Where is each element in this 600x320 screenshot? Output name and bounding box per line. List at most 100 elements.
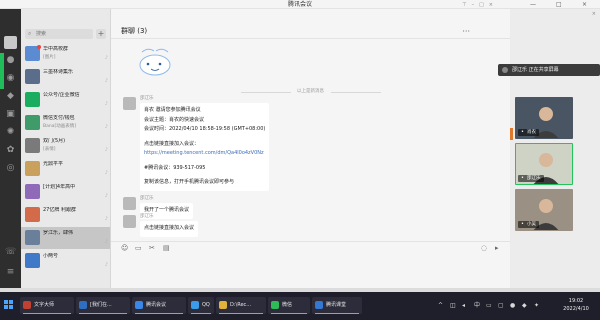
search-input[interactable] xyxy=(36,30,90,38)
wechat-tray-icon[interactable]: ● xyxy=(510,299,515,313)
minimize-chat-icon[interactable]: – xyxy=(472,2,480,8)
qq-tray-icon[interactable]: ◆ xyxy=(522,299,527,313)
chat-list-item[interactable]: 27亿牌 利跟群 ♪ xyxy=(21,204,110,226)
chat-list-item[interactable]: 双门(5月) [表情] ♪ xyxy=(21,135,110,157)
clock[interactable]: 19:02 2022/4/10 xyxy=(556,297,596,313)
taskbar-app-button[interactable]: 文字大师 xyxy=(20,297,74,314)
app-icon xyxy=(315,301,323,309)
chat-list-item[interactable]: 罗江乐，肆伟 ♪ xyxy=(21,227,110,249)
battery-icon[interactable]: ▭ xyxy=(486,299,492,313)
sharing-dot xyxy=(502,67,508,73)
files-icon[interactable]: ▣ xyxy=(5,109,16,120)
chat-list-item[interactable]: 小两号 ♪ xyxy=(21,250,110,272)
chat-list-item[interactable]: 光鼎平平 ♪ xyxy=(21,158,110,180)
sender-avatar[interactable] xyxy=(123,97,136,110)
app-icon xyxy=(79,301,87,309)
chat-icon[interactable]: ● xyxy=(5,55,16,66)
ime-icon[interactable]: 中 xyxy=(474,299,480,313)
taskbar-app-button[interactable]: QQ xyxy=(188,297,214,314)
chat-name: 三墨林诗集乐 xyxy=(43,69,74,75)
chat-preview: [图片] xyxy=(43,55,56,60)
meeting-link[interactable]: https://meeting.tencent.com/dm/Qa4l0o4zV… xyxy=(144,149,265,159)
chat-header: 群聊 (3) ··· xyxy=(111,24,510,39)
taskbar-app-button[interactable]: 腾讯课堂 xyxy=(312,297,362,314)
chat-list-item[interactable]: 华中高校群 [图片] ♪ xyxy=(21,43,110,65)
notification-icon[interactable]: ▢ xyxy=(498,299,504,313)
panel-controls: ⊤–□× xyxy=(462,2,498,8)
participant-video-tile[interactable]: 肖农 xyxy=(515,97,573,139)
participant-video-tile[interactable]: 小吴 xyxy=(515,189,573,231)
contacts-icon[interactable]: ◉ xyxy=(5,73,16,84)
chat-name: 双门(5月) xyxy=(43,138,66,144)
maximize-chat-icon[interactable]: □ xyxy=(479,2,489,8)
taskbar-app-button[interactable]: D:\Rec... xyxy=(216,297,266,314)
taskbar-app-button[interactable]: 微信 xyxy=(268,297,310,314)
message-bubble[interactable]: 点击链接直接加入会议 xyxy=(140,221,199,237)
moments-icon[interactable]: ✺ xyxy=(5,127,16,138)
input-toolbar: ☺ ▭ ✂ ▤ ◌ ▸ xyxy=(111,241,510,253)
folder-icon[interactable]: ▭ xyxy=(135,244,142,252)
app-label: D:\Rec... xyxy=(230,302,252,308)
separator-label: 以上是新消息 xyxy=(297,89,324,94)
chat-avatar xyxy=(25,161,40,176)
tray-app-icon[interactable]: ✦ xyxy=(534,299,539,313)
chat-name: 小两号 xyxy=(43,253,59,259)
add-button[interactable]: + xyxy=(96,29,106,39)
emoji-icon[interactable]: ☺ xyxy=(121,244,128,252)
mute-icon: ♪ xyxy=(104,101,108,107)
volume-icon[interactable]: ◂ xyxy=(462,299,465,313)
miniprogram-icon[interactable]: ✿ xyxy=(5,145,16,156)
start-button[interactable] xyxy=(4,300,14,310)
phone-icon[interactable]: ☏ xyxy=(5,247,16,258)
sticker-image xyxy=(139,48,171,76)
network-icon[interactable]: ◫ xyxy=(450,299,456,313)
chat-avatar xyxy=(25,207,40,222)
participant-name: 肖农 xyxy=(518,129,539,136)
sharing-text: 邵辽乐 正在共享屏幕 xyxy=(512,67,559,73)
more-button[interactable]: ··· xyxy=(462,27,470,36)
mute-icon: ♪ xyxy=(104,193,108,199)
video-icon[interactable]: ▸ xyxy=(495,244,499,252)
app-icon xyxy=(191,301,199,309)
favorites-icon[interactable]: ◆ xyxy=(5,91,16,102)
chat-history-icon[interactable]: ▤ xyxy=(163,244,170,252)
chat-list-item[interactable]: 微信支付/钱包 Bana[动画表情] ♪ xyxy=(21,112,110,134)
chat-preview: Bana[动画表情] xyxy=(43,124,76,129)
participants-close-icon[interactable]: × xyxy=(592,11,596,17)
search-box[interactable]: ⌕ xyxy=(25,29,93,39)
chat-name: 罗江乐，肆伟 xyxy=(43,230,74,236)
meeting-titlebar: 腾讯会议 — □ × xyxy=(0,0,600,9)
message-bubble[interactable]: 肖农 邀请您参加腾讯会议 会议主题：肖农的快速会议 会议时间：2022/04/10 … xyxy=(140,103,270,191)
taskbar-app-button[interactable]: 腾讯会议 xyxy=(132,297,186,314)
sharing-indicator[interactable]: 邵辽乐 正在共享屏幕 xyxy=(498,64,600,76)
chat-avatar xyxy=(25,92,40,107)
taskbar: 文字大师 [我们在... 腾讯会议 QQ D:\Rec... 微信 腾讯课堂 ^ ◫ ◂ 中… xyxy=(0,292,600,320)
message-line: 复制该信息，打开手机腾讯会议即可参与 xyxy=(144,179,235,185)
message-line: 肖农 邀请您参加腾讯会议 xyxy=(144,107,201,113)
scroll-handle[interactable] xyxy=(510,128,513,140)
message-line: 点击链接直接加入会议 xyxy=(144,225,195,231)
chat-list-item[interactable]: 三墨林诗集乐 ♪ xyxy=(21,66,110,88)
search-channel-icon[interactable]: ◎ xyxy=(5,163,16,174)
taskbar-app-button[interactable]: [我们在... xyxy=(76,297,130,314)
chat-avatar xyxy=(25,115,40,130)
sender-avatar[interactable] xyxy=(123,215,136,228)
call-icon[interactable]: ◌ xyxy=(481,244,487,252)
close-button[interactable]: × xyxy=(582,1,587,8)
chat-list-item[interactable]: [计划]4年高中 ♪ xyxy=(21,181,110,203)
participant-video-tile[interactable]: 邵辽乐 xyxy=(515,143,573,185)
scissors-icon[interactable]: ✂ xyxy=(149,244,155,252)
mute-icon: ♪ xyxy=(104,147,108,153)
my-avatar[interactable] xyxy=(4,36,17,49)
settings-icon[interactable]: ≡ xyxy=(5,267,16,278)
pin-icon[interactable]: ⊤ xyxy=(462,2,471,8)
chat-list-item[interactable]: 公众号/企业微信 ♪ xyxy=(21,89,110,111)
chat-avatar xyxy=(25,138,40,153)
search-row: ⌕ + xyxy=(25,29,107,39)
minimize-button[interactable]: — xyxy=(530,1,536,8)
chevron-up-icon[interactable]: ^ xyxy=(438,299,443,313)
sender-name: 邵辽乐 xyxy=(140,214,154,219)
maximize-button[interactable]: □ xyxy=(556,1,562,8)
close-chat-icon[interactable]: × xyxy=(489,2,498,8)
sender-avatar[interactable] xyxy=(123,197,136,210)
